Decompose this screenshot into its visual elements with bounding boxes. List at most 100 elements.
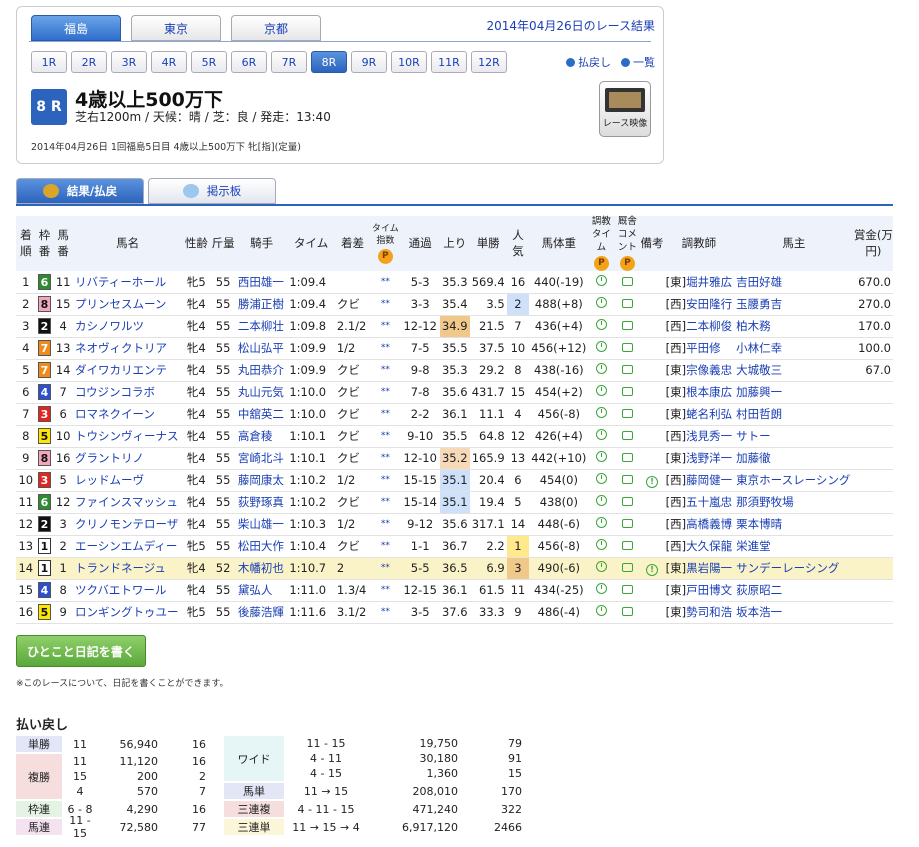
race-button-5[interactable]: 5R bbox=[191, 51, 227, 73]
clock-icon[interactable] bbox=[595, 275, 607, 287]
jockey-link[interactable]: 黛弘人 bbox=[235, 579, 288, 602]
jockey-link[interactable]: 荻野琢真 bbox=[235, 491, 288, 514]
owner-link[interactable]: 栗本博晴 bbox=[734, 513, 854, 536]
time-index[interactable]: ** bbox=[370, 469, 401, 492]
tab-results[interactable]: 結果/払戻 bbox=[16, 178, 144, 204]
race-button-8[interactable]: 8R bbox=[311, 51, 347, 73]
time-index[interactable]: ** bbox=[370, 271, 401, 294]
owner-link[interactable]: 大城敬三 bbox=[734, 359, 854, 382]
time-index[interactable]: ** bbox=[370, 579, 401, 602]
comment-icon[interactable] bbox=[621, 365, 633, 375]
clock-icon[interactable] bbox=[595, 495, 607, 507]
payback-link[interactable]: 払戻し bbox=[566, 54, 611, 70]
comment-icon[interactable] bbox=[621, 431, 633, 441]
owner-link[interactable]: 吉田好雄 bbox=[734, 271, 854, 294]
owner-link[interactable]: 荻原昭二 bbox=[734, 579, 854, 602]
horse-name-link[interactable]: エーシンエムディー bbox=[72, 535, 183, 558]
clock-icon[interactable] bbox=[595, 539, 607, 551]
time-index[interactable]: ** bbox=[370, 447, 401, 470]
time-index[interactable]: ** bbox=[370, 513, 401, 536]
owner-link[interactable]: 加藤興一 bbox=[734, 381, 854, 404]
tab-board[interactable]: 掲示板 bbox=[148, 178, 276, 204]
comment-icon[interactable] bbox=[621, 409, 633, 419]
race-button-4[interactable]: 4R bbox=[151, 51, 187, 73]
comment-icon[interactable] bbox=[621, 497, 633, 507]
time-index[interactable]: ** bbox=[370, 359, 401, 382]
time-index[interactable]: ** bbox=[370, 337, 401, 360]
trainer-link[interactable]: 宗像義忠 bbox=[686, 363, 732, 377]
time-index[interactable]: ** bbox=[370, 403, 401, 426]
owner-link[interactable]: 小林仁幸 bbox=[734, 337, 854, 360]
clock-icon[interactable] bbox=[595, 583, 607, 595]
trainer-link[interactable]: 五十嵐忠 bbox=[686, 495, 732, 509]
clock-icon[interactable] bbox=[595, 605, 607, 617]
horse-name-link[interactable]: レッドムーヴ bbox=[72, 469, 183, 492]
comment-icon[interactable] bbox=[621, 321, 633, 331]
clock-icon[interactable] bbox=[595, 341, 607, 353]
trainer-link[interactable]: 浅野洋一 bbox=[686, 451, 732, 465]
owner-link[interactable]: 村田哲朗 bbox=[734, 403, 854, 426]
horse-name-link[interactable]: トランドネージュ bbox=[72, 557, 183, 580]
jockey-link[interactable]: 高倉稜 bbox=[235, 425, 288, 448]
list-link[interactable]: 一覧 bbox=[621, 54, 655, 70]
horse-name-link[interactable]: トウシンヴィーナス bbox=[72, 425, 183, 448]
trainer-link[interactable]: 平田修 bbox=[686, 341, 721, 355]
comment-icon[interactable] bbox=[621, 585, 633, 595]
jockey-link[interactable]: 松田大作 bbox=[235, 535, 288, 558]
clock-icon[interactable] bbox=[595, 385, 607, 397]
time-index[interactable]: ** bbox=[370, 557, 401, 580]
clock-icon[interactable] bbox=[595, 319, 607, 331]
race-button-11[interactable]: 11R bbox=[431, 51, 467, 73]
race-button-7[interactable]: 7R bbox=[271, 51, 307, 73]
clock-icon[interactable] bbox=[595, 297, 607, 309]
horse-name-link[interactable]: ダイワカリエンテ bbox=[72, 359, 183, 382]
race-button-9[interactable]: 9R bbox=[351, 51, 387, 73]
comment-icon[interactable] bbox=[621, 299, 633, 309]
horse-name-link[interactable]: カシノワルツ bbox=[72, 315, 183, 338]
clock-icon[interactable] bbox=[595, 451, 607, 463]
remark-icon[interactable]: ! bbox=[646, 563, 659, 576]
horse-name-link[interactable]: クリノモンテローザ bbox=[72, 513, 183, 536]
horse-name-link[interactable]: リバティーホール bbox=[72, 271, 183, 294]
trainer-link[interactable]: 根本康広 bbox=[686, 385, 732, 399]
owner-link[interactable]: 柏木務 bbox=[734, 315, 854, 338]
jockey-link[interactable]: 宮崎北斗 bbox=[235, 447, 288, 470]
time-index[interactable]: ** bbox=[370, 315, 401, 338]
race-button-10[interactable]: 10R bbox=[391, 51, 427, 73]
trainer-link[interactable]: 安田隆行 bbox=[686, 297, 732, 311]
jockey-link[interactable]: 藤岡康太 bbox=[235, 469, 288, 492]
comment-icon[interactable] bbox=[621, 519, 633, 529]
race-button-1[interactable]: 1R bbox=[31, 51, 67, 73]
jockey-link[interactable]: 西田雄一 bbox=[235, 271, 288, 294]
jockey-link[interactable]: 丸山元気 bbox=[235, 381, 288, 404]
owner-link[interactable]: 那須野牧場 bbox=[734, 491, 854, 514]
jockey-link[interactable]: 木幡初也 bbox=[235, 557, 288, 580]
trainer-link[interactable]: 大久保龍 bbox=[686, 539, 732, 553]
race-button-3[interactable]: 3R bbox=[111, 51, 147, 73]
comment-icon[interactable] bbox=[621, 541, 633, 551]
horse-name-link[interactable]: グラントリノ bbox=[72, 447, 183, 470]
comment-icon[interactable] bbox=[621, 387, 633, 397]
write-diary-button[interactable]: ひとこと日記を書く bbox=[16, 635, 146, 667]
owner-link[interactable]: 栄進堂 bbox=[734, 535, 854, 558]
trainer-link[interactable]: 高橋義博 bbox=[686, 517, 732, 531]
clock-icon[interactable] bbox=[595, 517, 607, 529]
owner-link[interactable]: 坂本浩一 bbox=[734, 601, 854, 624]
clock-icon[interactable] bbox=[595, 473, 607, 485]
comment-icon[interactable] bbox=[621, 563, 633, 573]
time-index[interactable]: ** bbox=[370, 293, 401, 316]
horse-name-link[interactable]: ネオヴィクトリア bbox=[72, 337, 183, 360]
trainer-link[interactable]: 浅見秀一 bbox=[686, 429, 732, 443]
time-index[interactable]: ** bbox=[370, 601, 401, 624]
clock-icon[interactable] bbox=[595, 363, 607, 375]
horse-name-link[interactable]: プリンセスムーン bbox=[72, 293, 183, 316]
tab-course-tokyo[interactable]: 東京 bbox=[131, 15, 221, 41]
jockey-link[interactable]: 勝浦正樹 bbox=[235, 293, 288, 316]
jockey-link[interactable]: 中舘英二 bbox=[235, 403, 288, 426]
trainer-link[interactable]: 堀井雅広 bbox=[686, 275, 732, 289]
owner-link[interactable]: サトー bbox=[734, 425, 854, 448]
jockey-link[interactable]: 松山弘平 bbox=[235, 337, 288, 360]
trainer-link[interactable]: 蛯名利弘 bbox=[686, 407, 732, 421]
clock-icon[interactable] bbox=[595, 429, 607, 441]
comment-icon[interactable] bbox=[621, 475, 633, 485]
